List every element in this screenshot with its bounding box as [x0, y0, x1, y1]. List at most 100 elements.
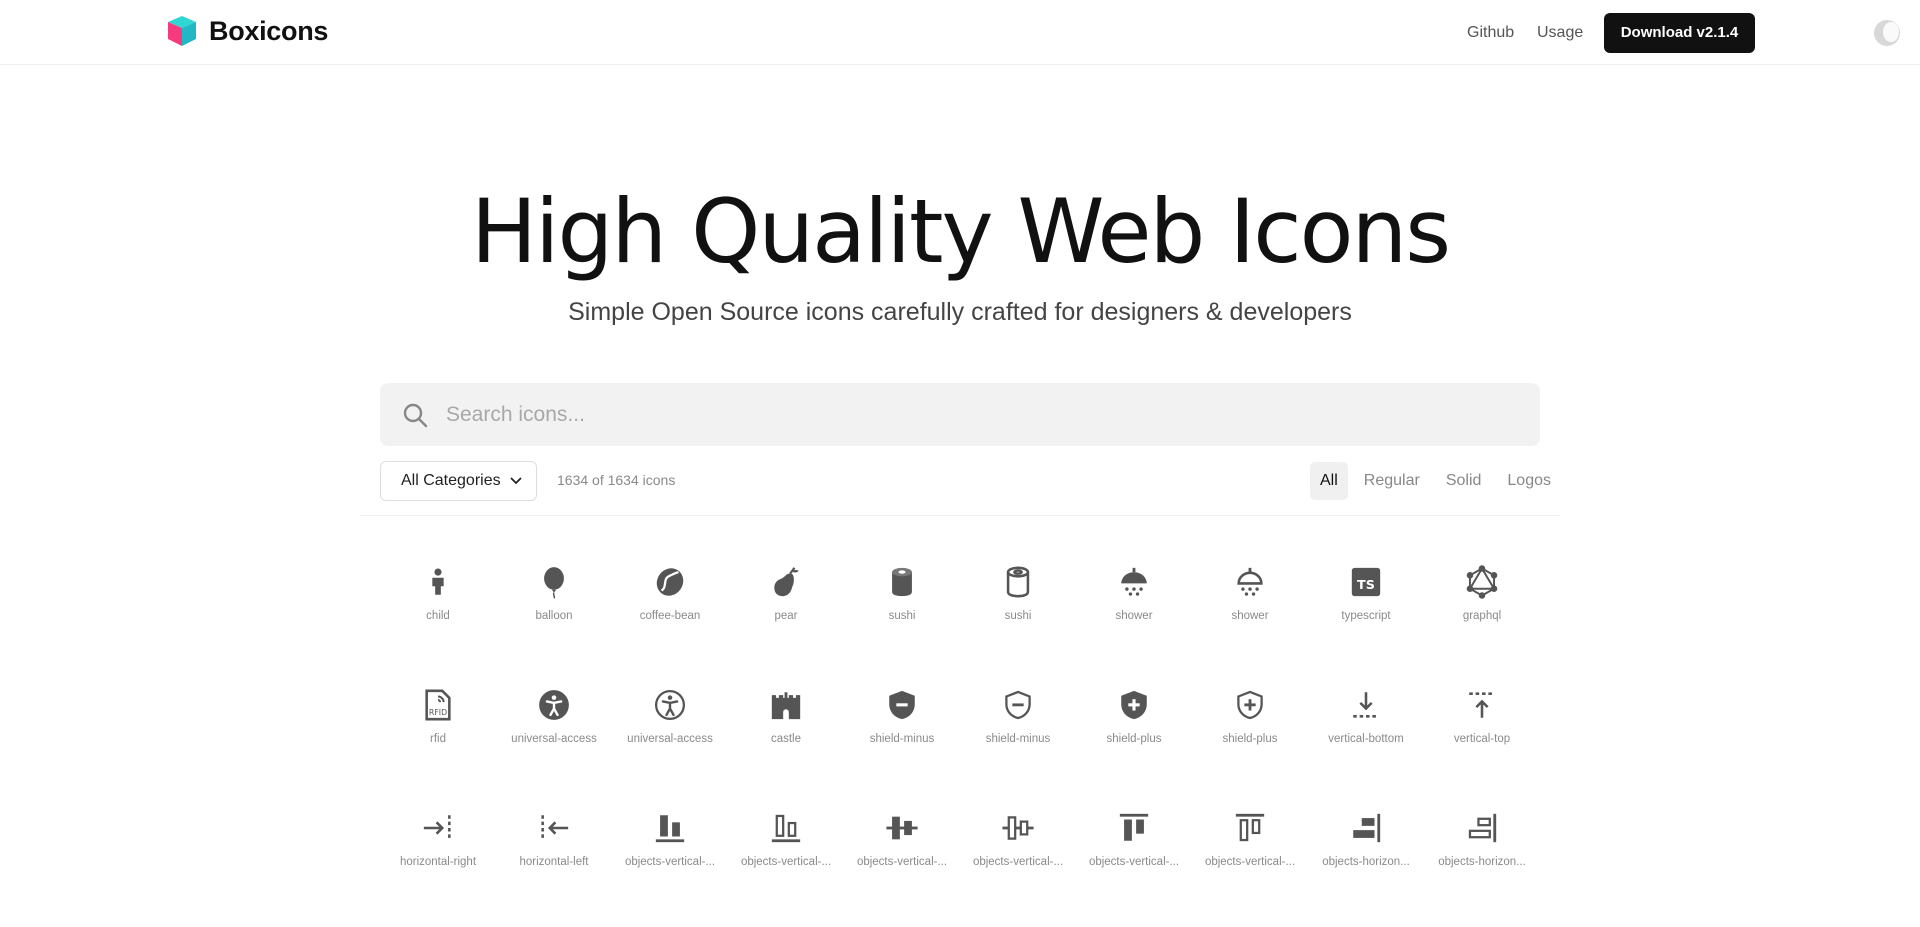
horizontal-right-icon: [423, 815, 451, 841]
icon-card[interactable]: vertical-top: [1424, 669, 1540, 792]
icon-card[interactable]: sushi: [844, 546, 960, 669]
icon-card[interactable]: child: [380, 546, 496, 669]
svg-text:RFID: RFID: [429, 708, 447, 717]
hero-title: High Quality Web Icons: [470, 180, 1451, 283]
logo-link[interactable]: Boxicons: [165, 14, 328, 48]
shower-solid-icon: [1121, 567, 1147, 596]
sushi-solid-icon: [892, 567, 912, 597]
castle-icon: [771, 692, 801, 720]
nav-usage-link[interactable]: Usage: [1537, 24, 1583, 42]
icon-label: sushi: [1004, 610, 1032, 622]
icon-label: vertical-top: [1453, 733, 1511, 745]
icon-card[interactable]: objects-vertical-...: [1192, 792, 1308, 915]
typescript-icon: TS: [1351, 567, 1381, 597]
icon-card[interactable]: objects-vertical-...: [844, 792, 960, 915]
icon-card[interactable]: pear: [728, 546, 844, 669]
icon-label: child: [426, 610, 450, 622]
icon-card[interactable]: horizontal-right: [380, 792, 496, 915]
tab-all[interactable]: All: [1310, 462, 1348, 500]
icon-card[interactable]: castle: [728, 669, 844, 792]
icon-card[interactable]: objects-vertical-...: [960, 792, 1076, 915]
shield-plus-solid-icon: [1121, 690, 1147, 720]
icon-label: shield-minus: [869, 733, 935, 745]
icon-card[interactable]: shield-plus: [1192, 669, 1308, 792]
objects-horizontal-right-regular-icon: [1468, 813, 1497, 843]
search-icon: [403, 403, 428, 428]
shield-minus-regular-icon: [1005, 690, 1031, 720]
icon-label: shower: [1115, 610, 1153, 622]
icon-label: shower: [1231, 610, 1269, 622]
icon-label: rfid: [430, 733, 446, 745]
icon-label: shield-minus: [985, 733, 1051, 745]
balloon-icon: [544, 567, 564, 599]
icon-label: horizontal-right: [399, 856, 477, 868]
icon-label: graphql: [1462, 610, 1502, 622]
icon-label: universal-access: [511, 733, 597, 745]
icon-label: coffee-bean: [639, 610, 701, 622]
icon-card[interactable]: universal-access: [496, 669, 612, 792]
svg-text:TS: TS: [1357, 578, 1375, 593]
icon-card[interactable]: vertical-bottom: [1308, 669, 1424, 792]
icon-card[interactable]: shower: [1192, 546, 1308, 669]
horizontal-left-icon: [541, 815, 569, 841]
icon-label: universal-access: [627, 733, 713, 745]
chevron-down-icon: [510, 477, 522, 485]
icon-label: objects-vertical-...: [856, 856, 948, 868]
icon-card[interactable]: horizontal-left: [496, 792, 612, 915]
download-button[interactable]: Download v2.1.4: [1604, 13, 1755, 53]
icon-label: sushi: [888, 610, 916, 622]
category-select[interactable]: All Categories: [380, 461, 537, 501]
icon-card[interactable]: balloon: [496, 546, 612, 669]
icon-label: pear: [774, 610, 798, 622]
tab-solid[interactable]: Solid: [1436, 462, 1492, 500]
icon-label: objects-vertical-...: [1204, 856, 1296, 868]
sushi-regular-icon: [1006, 566, 1030, 598]
icon-card[interactable]: shower: [1076, 546, 1192, 669]
child-icon: [432, 568, 444, 595]
icon-label: vertical-bottom: [1328, 733, 1404, 745]
icon-label: shield-plus: [1106, 733, 1162, 745]
icon-label: objects-vertical-...: [624, 856, 716, 868]
icon-card[interactable]: shield-plus: [1076, 669, 1192, 792]
icon-label: objects-vertical-...: [740, 856, 832, 868]
search-input[interactable]: [446, 383, 1516, 446]
coffee-bean-icon: [656, 568, 684, 596]
icon-card[interactable]: coffee-bean: [612, 546, 728, 669]
objects-vertical-top-solid-icon: [1119, 813, 1149, 841]
icon-count: 1634 of 1634 icons: [557, 472, 676, 488]
divider: [360, 515, 1560, 516]
type-tabs: All Regular Solid Logos: [1310, 462, 1567, 500]
icon-card[interactable]: objects-vertical-...: [612, 792, 728, 915]
icon-card[interactable]: universal-access: [612, 669, 728, 792]
universal-access-regular-icon: [654, 689, 686, 721]
icon-card[interactable]: shield-minus: [960, 669, 1076, 792]
vertical-top-icon: [1469, 692, 1495, 718]
icon-card[interactable]: RFID rfid: [380, 669, 496, 792]
icon-card[interactable]: objects-vertical-...: [728, 792, 844, 915]
objects-horizontal-right-solid-icon: [1353, 813, 1381, 843]
category-select-value: All Categories: [401, 472, 501, 489]
tab-regular[interactable]: Regular: [1354, 462, 1430, 500]
nav-github-link[interactable]: Github: [1467, 24, 1514, 42]
rfid-icon: RFID: [425, 689, 451, 721]
pear-icon: [774, 567, 799, 597]
graphql-icon: [1466, 565, 1498, 599]
universal-access-solid-icon: [539, 690, 569, 720]
icon-card[interactable]: objects-horizon...: [1308, 792, 1424, 915]
icon-label: shield-plus: [1222, 733, 1278, 745]
icon-label: objects-horizon...: [1438, 856, 1526, 868]
tab-logos[interactable]: Logos: [1497, 462, 1561, 500]
icon-card[interactable]: TS typescript: [1308, 546, 1424, 669]
icon-card[interactable]: objects-horizon...: [1424, 792, 1540, 915]
icon-card[interactable]: sushi: [960, 546, 1076, 669]
site-header: Boxicons Github Usage Download v2.1.4: [0, 0, 1920, 65]
icon-label: balloon: [535, 610, 573, 622]
icon-label: objects-vertical-...: [972, 856, 1064, 868]
icon-label: horizontal-left: [519, 856, 589, 868]
icon-card[interactable]: objects-vertical-...: [1076, 792, 1192, 915]
icon-label: typescript: [1341, 610, 1391, 622]
icon-card[interactable]: graphql: [1424, 546, 1540, 669]
theme-toggle-moon-icon[interactable]: [1874, 20, 1900, 46]
icon-card[interactable]: shield-minus: [844, 669, 960, 792]
shield-plus-regular-icon: [1237, 690, 1263, 720]
